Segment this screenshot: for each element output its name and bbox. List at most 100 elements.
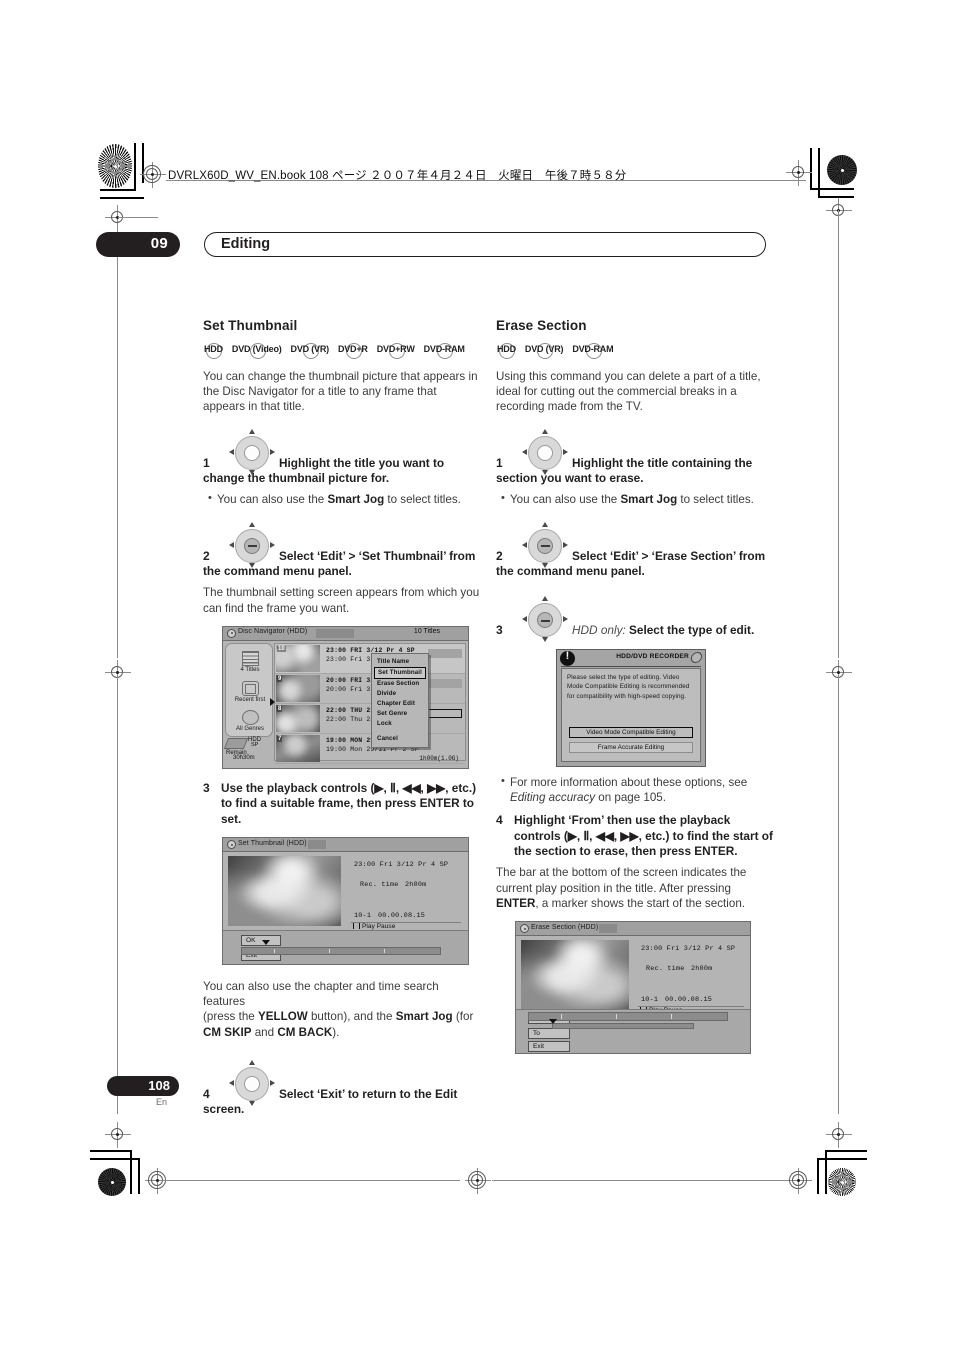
row-button-selected[interactable] [428, 708, 462, 718]
step-text: Highlight ‘From’ then use the playback c… [514, 813, 773, 859]
step-number: 1 [496, 455, 503, 470]
language-label: En [155, 1097, 167, 1107]
sidebar-item-sort[interactable]: Recent first [226, 680, 274, 704]
track-tick [561, 1014, 562, 1020]
play-state-label: Play Pause [362, 923, 396, 931]
step-text: Use the playback controls (▶, Ⅱ, ◀◀, ▶▶,… [221, 780, 477, 826]
sidebar-item-titles[interactable]: 4 Titles [226, 650, 274, 674]
bullet-post: on page 105. [595, 791, 666, 805]
registration-mark-top-right-side [786, 160, 812, 186]
disc-icon [520, 924, 529, 934]
registration-mark-bottom-right-upper [826, 1122, 852, 1148]
step-3-set-thumbnail: 3 Use the playback controls (▶, Ⅱ, ◀◀, ▶… [203, 781, 480, 827]
table-row[interactable]: 9 20:00 FRI 3/12 Pr 3 SP 20:00 Fri 3/12 … [275, 674, 465, 704]
osd-title-label: Disc Navigator (HDD) [238, 628, 308, 636]
menu-item-divide[interactable]: Divide [372, 689, 428, 699]
chapter-title-bar: Editing [204, 232, 766, 257]
step-3-erase-section: 3 HDD only: Select the type of edit. [496, 596, 773, 643]
note-mid: button), and the [307, 1010, 396, 1024]
jog-dial-icon [522, 428, 568, 475]
step-number: 4 [203, 1086, 210, 1101]
exit-button[interactable]: Exit [528, 1041, 570, 1053]
osd-title-label: Set Thumbnail (HDD) [238, 839, 307, 847]
print-rosette-top-right [827, 155, 857, 185]
bullet-pre: You can also use the [217, 493, 328, 507]
video-mode-compatible-editing-button[interactable]: Video Mode Compatible Editing [569, 726, 693, 738]
registration-mark-left-upper [105, 205, 131, 231]
disc-navigator-status: HDD SP Remain 30h30m [223, 737, 273, 761]
step-2-set-thumbnail: 2 Select ‘Edit’ > ‘Set Thumbnail’ from t… [203, 521, 480, 580]
step-1-set-thumbnail: 1 Highlight the title you want to change… [203, 428, 480, 487]
to-button[interactable]: To [528, 1028, 570, 1040]
disc-platter-icon [223, 737, 249, 749]
position-track[interactable] [528, 1012, 728, 1022]
menu-item-set-thumbnail[interactable]: Set Thumbnail [374, 666, 426, 679]
table-row[interactable]: 10 23:00 FRI 3/12 Pr 4 SP 23:00 Fri 3/12… [275, 643, 465, 674]
dialog-titlebar: HDD/DVD RECORDER [557, 650, 705, 667]
title-number: 8 [277, 705, 283, 712]
note-bold-smartjog: Smart Jog [395, 1010, 453, 1024]
body-post: , a marker shows the start of the sectio… [535, 896, 746, 910]
title-count: 10 Titles [413, 628, 440, 636]
position-track[interactable] [241, 947, 441, 956]
badge-hdd: HDD [496, 342, 517, 359]
note-text: You can also use the chapter and time se… [203, 980, 439, 1009]
step-2-body-left: The thumbnail setting screen appears fro… [203, 586, 480, 615]
menu-item-cancel[interactable]: Cancel [372, 734, 428, 744]
title-number: 9 [277, 675, 283, 682]
set-thumbnail-screenshot: Set Thumbnail (HDD) 23:00 Fri 3/12 Pr 4 … [222, 837, 469, 966]
registration-mark-bottom-right-outer [786, 1168, 812, 1194]
step-3-bullets-right: For more information about these options… [496, 774, 773, 805]
sidebar-item-label: Recent first [234, 696, 266, 703]
command-menu-panel[interactable]: Title Name Set Thumbnail Erase Section D… [371, 652, 429, 748]
osd-titlebar: Erase Section (HDD) [516, 922, 750, 937]
row-button[interactable] [428, 648, 462, 658]
dialog-content: Please select the type of editing. Video… [561, 667, 701, 762]
step-number: 3 [496, 623, 503, 638]
disc-navigator-title-list[interactable]: 10 23:00 FRI 3/12 Pr 4 SP 23:00 Fri 3/12… [274, 642, 466, 764]
menu-item-set-genre[interactable]: Set Genre [372, 709, 428, 719]
badge-dvd-ram: DVD-RAM [423, 342, 466, 359]
jog-dial-enter-icon [522, 521, 568, 568]
table-row[interactable]: 8 22:00 THU 2/12 Pr 1 SP 22:00 Thu 2/12 … [275, 704, 465, 734]
rec-time-label: Rec. time [360, 881, 399, 890]
track-tick [671, 1014, 672, 1020]
disc-navigator-icon [227, 628, 236, 638]
table-row[interactable]: 7 19:00 MON 29/11 Pr 2 SP 19:00 Mon 29/1… [275, 734, 465, 764]
note-bold-yellow: YELLOW [258, 1010, 308, 1024]
ok-button[interactable]: OK [241, 935, 281, 947]
note-mid2: and [251, 1025, 278, 1039]
trim-line-right-vertical-2 [838, 674, 840, 1114]
osd-titlebar: Disc Navigator (HDD) 10 Titles [223, 626, 468, 641]
row-button[interactable] [428, 678, 462, 688]
menu-item-chapter-edit[interactable]: Chapter Edit [372, 699, 428, 709]
menu-item-erase-section[interactable]: Erase Section [372, 679, 428, 689]
jog-dial-icon [229, 1059, 275, 1106]
registration-mark-bottom-left-upper [105, 1122, 131, 1148]
step-number: 3 [203, 780, 210, 795]
rec-time-label: Rec. time [646, 965, 685, 974]
set-thumbnail-intro: You can change the thumbnail picture tha… [203, 370, 478, 414]
step-1-bullets-right: You can also use the Smart Jog to select… [496, 491, 773, 507]
left-column: Set Thumbnail HDD DVD (Video) DVD (VR) D… [203, 318, 480, 1124]
trim-line-right-vertical [838, 210, 840, 658]
menu-item-lock[interactable]: Lock [372, 719, 428, 729]
badge-dvd-video: DVD (Video) [231, 342, 283, 359]
step-number: 2 [496, 548, 503, 563]
registration-mark-left-middle [105, 660, 131, 686]
menu-item-title-name[interactable]: Title Name [372, 657, 428, 667]
position-track-lower[interactable] [552, 1023, 694, 1030]
timecode: 00.00.08.15 [378, 912, 426, 921]
note-bold-cmback: CM BACK [277, 1025, 333, 1039]
recording-info: 23:00 Fri 3/12 Pr 4 SP [354, 861, 449, 870]
trim-line-bottom [160, 1180, 460, 1182]
frame-accurate-editing-button[interactable]: Frame Accurate Editing [569, 741, 693, 753]
sidebar-item-genre[interactable]: All Genres [226, 709, 274, 733]
note-post2: ). [332, 1025, 340, 1039]
print-rosette-bottom-left [98, 1168, 126, 1196]
disc-navigator-body: 4 Titles Recent first All Genres HDD SP … [223, 640, 468, 764]
disc-icon [241, 709, 259, 725]
bullet-post: to select titles. [677, 493, 754, 507]
bullet-bold: Smart Jog [327, 493, 385, 507]
title-thumbnail: 7 [276, 734, 320, 762]
